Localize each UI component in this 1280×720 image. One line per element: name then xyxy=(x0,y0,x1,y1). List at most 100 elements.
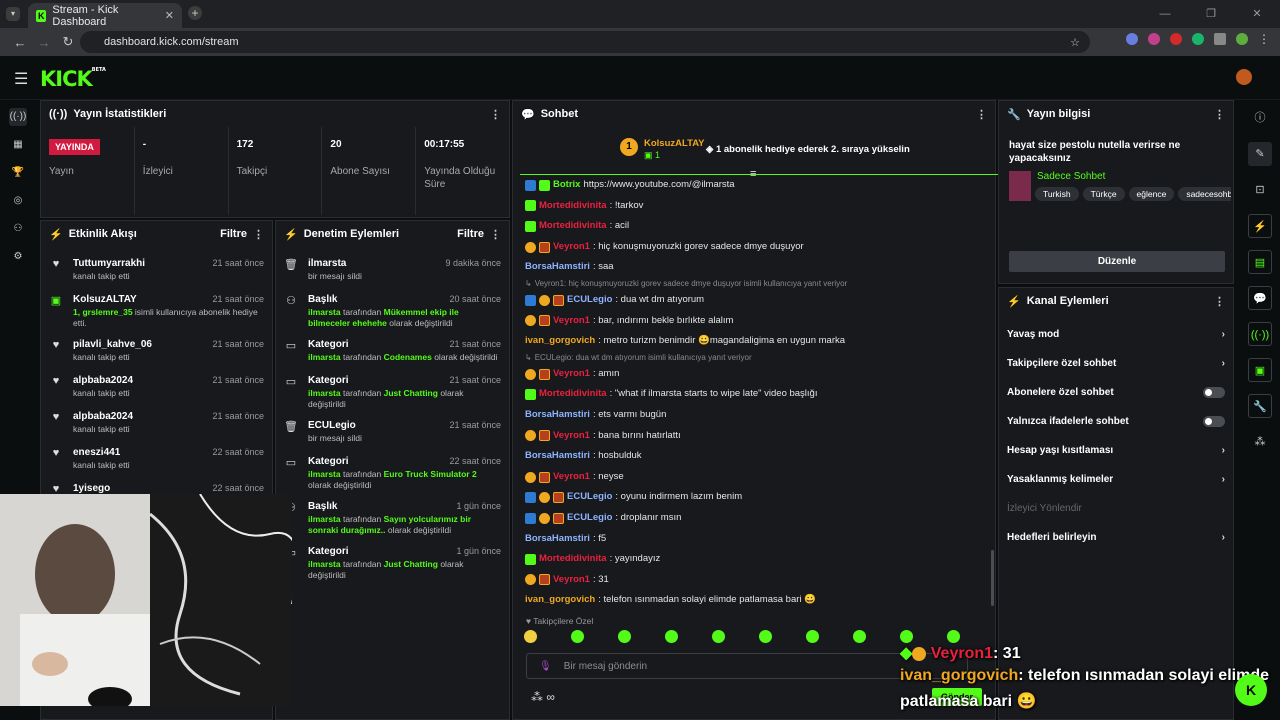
browser-menu-icon[interactable]: ⋮ xyxy=(1258,33,1270,45)
browser-tab[interactable]: K Stream - Kick Dashboard ✕ xyxy=(28,3,182,28)
emote-icon[interactable] xyxy=(618,630,631,643)
filter-button[interactable]: Filtre xyxy=(220,228,247,240)
channel-action-item[interactable]: Hedefleri belirleyin › xyxy=(999,523,1233,552)
bookmark-star-icon[interactable]: ☆ xyxy=(1070,36,1080,49)
chat-scrollbar[interactable] xyxy=(991,550,994,606)
tag[interactable]: eğlence xyxy=(1128,187,1175,201)
forward-icon[interactable]: → xyxy=(32,35,56,50)
notes-tool-icon[interactable]: ▤ xyxy=(1248,250,1272,274)
new-tab-button[interactable]: + xyxy=(188,6,202,20)
kick-logo[interactable]: KICKBETA xyxy=(40,67,106,91)
chat-username[interactable]: Veyron1 xyxy=(553,237,590,258)
moderation-item: ▭ Kategori 21 saat önce ilmarsta tarafında… xyxy=(276,334,509,370)
layout-tool-icon[interactable]: ▣ xyxy=(1248,358,1272,382)
emote-icon[interactable] xyxy=(900,630,913,643)
more-options-icon[interactable]: ⋮ xyxy=(1214,108,1225,121)
chat-username[interactable]: Botrix xyxy=(553,175,580,196)
extension-icon[interactable] xyxy=(1126,33,1138,45)
url-field[interactable]: dashboard.kick.com/stream ☆ xyxy=(80,31,1090,53)
chat-username[interactable]: Veyron1 xyxy=(553,364,590,385)
pencil-icon[interactable]: ✎ xyxy=(1248,142,1272,166)
profile-avatar[interactable] xyxy=(1236,33,1248,45)
chat-tool-icon[interactable]: 💬 xyxy=(1248,286,1272,310)
chat-username[interactable]: ivan_gorgovich xyxy=(525,331,595,352)
microphone-icon[interactable]: 🎙 xyxy=(539,661,552,672)
more-options-icon[interactable]: ⋮ xyxy=(253,228,264,241)
chat-username[interactable]: BorsaHamstiri xyxy=(525,529,590,550)
extension-icon[interactable] xyxy=(1148,33,1160,45)
chat-username[interactable]: ivan_gorgovich xyxy=(525,590,595,610)
lightning-tool-icon[interactable]: ⚡ xyxy=(1248,214,1272,238)
emote-icon[interactable] xyxy=(571,630,584,643)
chat-username[interactable]: Veyron1 xyxy=(553,311,590,332)
toggle-switch[interactable] xyxy=(1203,416,1225,427)
chat-username[interactable]: Veyron1 xyxy=(553,426,590,447)
broadcast-tool-icon[interactable]: ((·)) xyxy=(1248,322,1272,346)
activity-desc: kanalı takip etti xyxy=(73,352,130,362)
emote-icon[interactable] xyxy=(524,630,537,643)
trophy-nav-icon[interactable]: 🏆 xyxy=(9,164,27,182)
channel-action-item[interactable]: Abonelere özel sohbet xyxy=(999,378,1233,407)
stream-nav-icon[interactable]: ((·)) xyxy=(9,108,27,126)
moderation-nav-icon[interactable]: ◎ xyxy=(9,192,27,210)
filter-button[interactable]: Filtre xyxy=(457,228,484,240)
user-avatar[interactable] xyxy=(1236,69,1252,85)
chat-username[interactable]: Mortedidivinita xyxy=(539,549,607,570)
more-options-icon[interactable]: ⋮ xyxy=(490,108,501,121)
moderation-title: ilmarsta xyxy=(308,258,347,269)
analytics-nav-icon[interactable]: ▦ xyxy=(9,136,27,154)
emote-icon[interactable] xyxy=(712,630,725,643)
channel-action-item[interactable]: Hesap yaşı kısıtlaması › xyxy=(999,436,1233,465)
extension-icon[interactable] xyxy=(1170,33,1182,45)
tag[interactable]: Türkçe xyxy=(1082,187,1125,201)
toggle-switch[interactable] xyxy=(1203,387,1225,398)
reload-icon[interactable]: ↻ xyxy=(56,34,80,50)
chat-username[interactable]: Mortedidivinita xyxy=(539,196,607,217)
settings-nav-icon[interactable]: ⚙ xyxy=(9,248,27,266)
chat-username[interactable]: ECULegio xyxy=(567,290,612,311)
more-options-icon[interactable]: ⋮ xyxy=(1214,295,1225,308)
focus-icon[interactable]: ⊡ xyxy=(1248,178,1272,202)
channel-action-item[interactable]: Yavaş mod › xyxy=(999,320,1233,349)
emote-icon[interactable] xyxy=(806,630,819,643)
chat-text: : "what if ilmarsta starts to wipe late"… xyxy=(609,388,818,400)
chat-username[interactable]: ECULegio xyxy=(567,508,612,529)
kick-k-logo-icon: K xyxy=(1235,674,1267,706)
chat-text: : hosbulduk xyxy=(592,450,642,462)
wrench-tool-icon[interactable]: 🔧 xyxy=(1248,394,1272,418)
emote-icon[interactable] xyxy=(759,630,772,643)
chat-username[interactable]: BorsaHamstiri xyxy=(525,257,590,278)
puzzle-icon[interactable] xyxy=(1214,33,1226,45)
minimize-icon[interactable]: — xyxy=(1142,0,1188,28)
chat-tools-icons[interactable]: ⁂ ∞ xyxy=(531,690,555,704)
chat-username[interactable]: Veyron1 xyxy=(553,570,590,591)
edit-button[interactable]: Düzenle xyxy=(1009,251,1225,272)
back-icon[interactable]: ← xyxy=(8,35,32,50)
chat-username[interactable]: Mortedidivinita xyxy=(539,216,607,237)
tag[interactable]: Turkish xyxy=(1035,187,1079,201)
emote-icon[interactable] xyxy=(665,630,678,643)
add-widget-icon[interactable]: ⁂ xyxy=(1248,430,1272,454)
channel-action-item[interactable]: Yasaklanmış kelimeler › xyxy=(999,465,1233,494)
channel-action-item[interactable]: Takipçilere özel sohbet › xyxy=(999,349,1233,378)
emote-icon[interactable] xyxy=(853,630,866,643)
tag[interactable]: sadecesohbe xyxy=(1178,187,1231,201)
close-window-icon[interactable]: ✕ xyxy=(1234,0,1280,28)
more-options-icon[interactable]: ⋮ xyxy=(976,108,987,121)
info-icon[interactable]: ⓘ xyxy=(1248,106,1272,130)
hamburger-menu-icon[interactable]: ☰ xyxy=(14,69,28,89)
more-options-icon[interactable]: ⋮ xyxy=(490,228,501,241)
category-link[interactable]: Sadece Sohbet xyxy=(1037,171,1105,182)
close-tab-icon[interactable]: ✕ xyxy=(165,9,174,22)
maximize-icon[interactable]: ❐ xyxy=(1188,0,1234,28)
chat-username[interactable]: ECULegio xyxy=(567,487,612,508)
emote-icon[interactable] xyxy=(947,630,960,643)
tab-menu-icon[interactable]: ▾ xyxy=(6,7,20,21)
extension-icon[interactable] xyxy=(1192,33,1204,45)
chat-username[interactable]: Veyron1 xyxy=(553,467,590,488)
chat-username[interactable]: BorsaHamstiri xyxy=(525,446,590,467)
channel-action-item[interactable]: Yalnızca ifadelerle sohbet xyxy=(999,407,1233,436)
chat-username[interactable]: BorsaHamstiri xyxy=(525,405,590,426)
community-nav-icon[interactable]: ⚇ xyxy=(9,220,27,238)
chat-username[interactable]: Mortedidivinita xyxy=(539,384,607,405)
